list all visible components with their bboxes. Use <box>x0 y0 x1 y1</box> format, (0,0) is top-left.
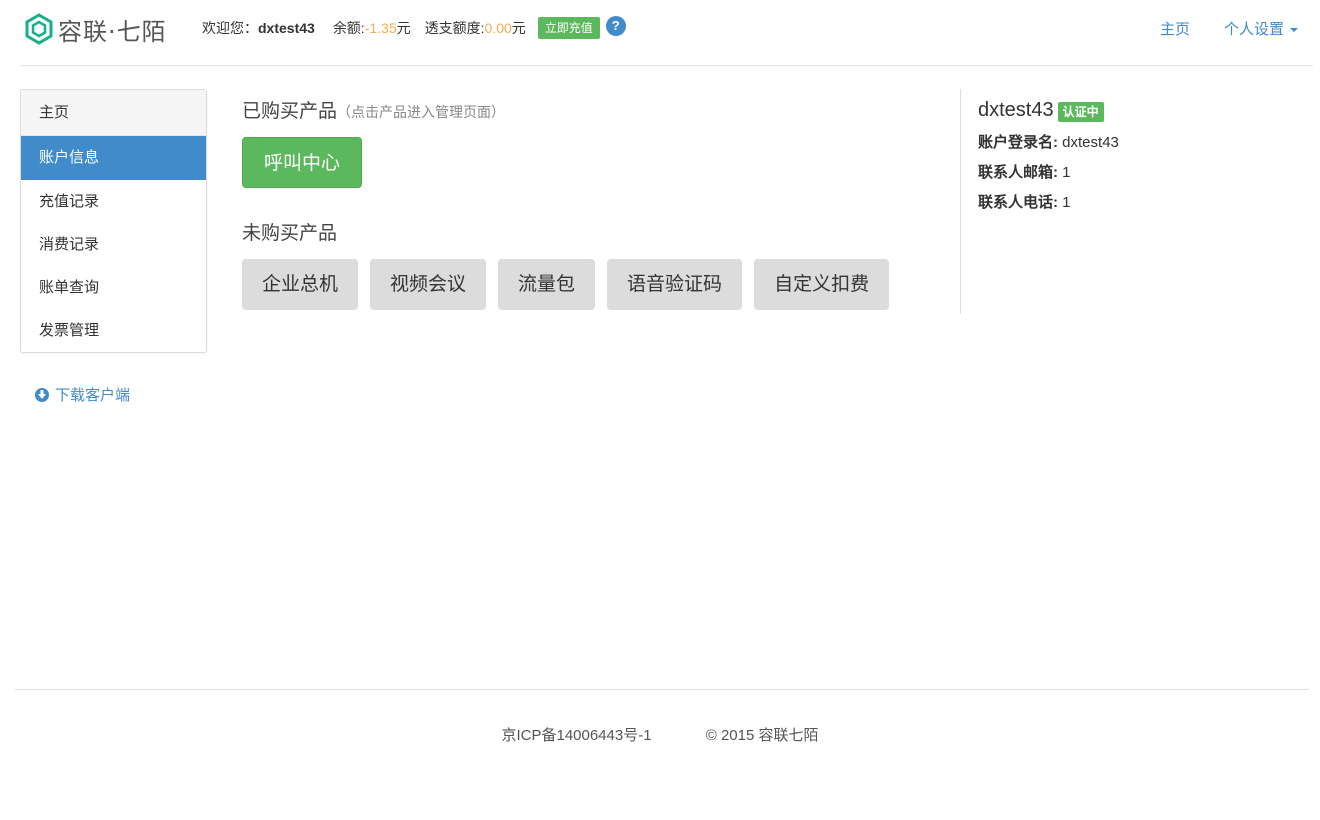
sidebar-item-invoice-management[interactable]: 发票管理 <box>21 309 206 352</box>
download-client-label: 下载客户端 <box>55 387 131 404</box>
contact-phone-label: 联系人电话: <box>978 194 1058 211</box>
copyright-text: © 2015 容联七陌 <box>705 727 819 744</box>
product-button-voice-verification[interactable]: 语音验证码 <box>607 259 743 310</box>
recharge-button[interactable]: 立即充值 <box>537 17 600 39</box>
sidebar-item-label: 账户信息 <box>39 149 100 166</box>
sidebar-item-label: 账单查询 <box>39 279 100 296</box>
balance-label: 余额: <box>332 20 365 36</box>
info-row-email: 联系人邮箱: 1 <box>978 161 1298 182</box>
sidebar-item-label: 发票管理 <box>39 322 100 339</box>
account-bar: 欢迎您： dxtest43 余额: -1.35 元 透支额度: 0.00 元 立… <box>202 16 626 39</box>
footer-divider <box>15 689 1309 690</box>
vertical-divider <box>960 89 961 314</box>
sidebar: 主页 账户信息 充值记录 消费记录 账单查询 发票管理 <box>20 89 207 353</box>
product-panel: 已购买产品（点击产品进入管理页面） 呼叫中心 未购买产品 企业总机 视频会议 流… <box>242 96 942 310</box>
unbought-products-heading: 未购买产品 <box>242 222 338 244</box>
profile-panel: dxtest43 认证中 账户登录名: dxtest43 联系人邮箱: 1 联系… <box>978 98 1298 212</box>
product-button-video-conference[interactable]: 视频会议 <box>370 259 487 310</box>
hexagon-logo-icon <box>25 13 53 45</box>
bought-hint: （点击产品进入管理页面） <box>337 104 506 120</box>
bought-product-list: 呼叫中心 <box>242 137 942 188</box>
download-client-link[interactable]: 下载客户端 <box>35 384 130 405</box>
sidebar-item-recharge-records[interactable]: 充值记录 <box>21 180 206 223</box>
sidebar-item-consumption-records[interactable]: 消费记录 <box>21 223 206 266</box>
brand-logo[interactable]: 容联·七陌 <box>24 12 167 46</box>
info-row-phone: 联系人电话: 1 <box>978 191 1298 212</box>
sidebar-item-home[interactable]: 主页 <box>21 90 206 136</box>
header-divider <box>20 65 1313 66</box>
bought-title: 已购买产品 <box>242 100 338 122</box>
download-circle-icon <box>35 387 49 402</box>
nav-settings-label: 个人设置 <box>1223 21 1284 38</box>
profile-name: dxtest43 <box>978 98 1054 121</box>
footer: 京ICP备14006443号-1 © 2015 容联七陌 <box>0 724 1320 745</box>
unbought-product-list: 企业总机 视频会议 流量包 语音验证码 自定义扣费 <box>242 259 942 310</box>
nav-home-link[interactable]: 主页 <box>1160 18 1190 39</box>
sidebar-item-bill-query[interactable]: 账单查询 <box>21 266 206 309</box>
welcome-label: 欢迎您： <box>202 20 258 36</box>
balance-unit: 元 <box>396 20 411 36</box>
sidebar-item-account-info[interactable]: 账户信息 <box>21 136 206 180</box>
login-name-value: dxtest43 <box>1062 134 1119 151</box>
contact-phone-value: 1 <box>1062 194 1071 211</box>
brand-name: 容联·七陌 <box>58 17 167 46</box>
sidebar-item-label: 消费记录 <box>39 236 100 253</box>
sidebar-item-label: 主页 <box>39 104 70 121</box>
verification-status-badge: 认证中 <box>1057 102 1104 122</box>
caret-down-icon <box>1290 28 1298 33</box>
overdraft-unit: 元 <box>511 20 526 36</box>
nav-settings-dropdown[interactable]: 个人设置 <box>1224 18 1298 39</box>
info-row-login: 账户登录名: dxtest43 <box>978 131 1298 152</box>
overdraft-value: 0.00 <box>484 20 512 36</box>
overdraft-label: 透支额度: <box>424 20 485 36</box>
bought-products-heading: 已购买产品（点击产品进入管理页面） <box>242 96 942 123</box>
product-button-data-package[interactable]: 流量包 <box>498 259 596 310</box>
header: 容联·七陌 欢迎您： dxtest43 余额: -1.35 元 透支额度: 0.… <box>0 0 1320 66</box>
top-nav: 主页 个人设置 <box>1160 18 1298 39</box>
username: dxtest43 <box>258 20 315 36</box>
contact-email-label: 联系人邮箱: <box>978 164 1058 181</box>
help-icon[interactable]: ? <box>605 16 626 36</box>
product-button-custom-billing[interactable]: 自定义扣费 <box>754 259 890 310</box>
product-button-call-center[interactable]: 呼叫中心 <box>242 137 362 188</box>
profile-header: dxtest43 认证中 <box>978 98 1298 122</box>
contact-email-value: 1 <box>1062 164 1071 181</box>
login-name-label: 账户登录名: <box>978 134 1058 151</box>
balance-value: -1.35 <box>364 20 397 36</box>
sidebar-item-label: 充值记录 <box>39 193 100 210</box>
product-button-enterprise-pbx[interactable]: 企业总机 <box>242 259 359 310</box>
icp-license-link[interactable]: 京ICP备14006443号-1 <box>501 724 651 745</box>
